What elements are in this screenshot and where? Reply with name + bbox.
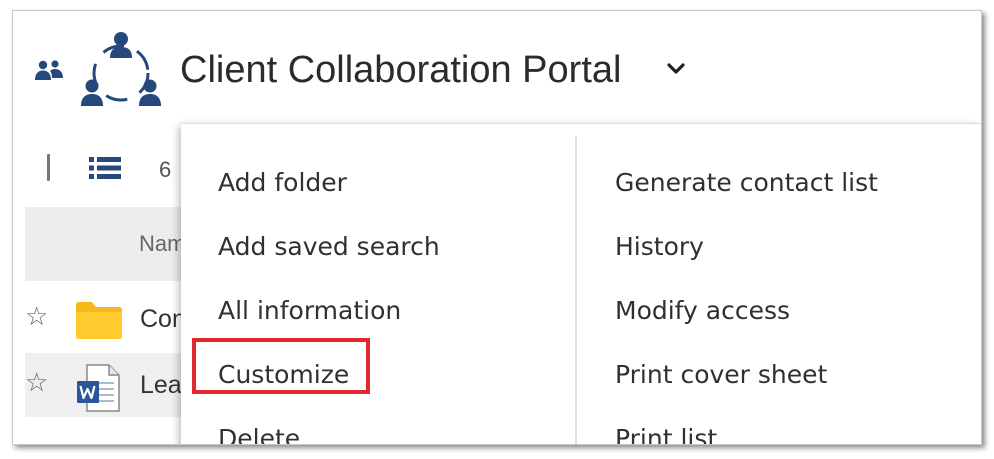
menu-item-all-information[interactable]: All information	[218, 296, 401, 325]
row-name[interactable]: Con	[140, 305, 186, 334]
menu-item-add-saved-search[interactable]: Add saved search	[218, 232, 440, 261]
toolbar-divider	[47, 154, 50, 181]
app-window: Client Collaboration Portal 6 Nam ☆ Con …	[12, 10, 982, 445]
team-logo-icon	[81, 32, 161, 106]
star-icon[interactable]: ☆	[25, 301, 48, 332]
menu-item-generate-contact-list[interactable]: Generate contact list	[615, 168, 878, 197]
menu-item-print-cover-sheet[interactable]: Print cover sheet	[615, 360, 827, 389]
menu-column-divider	[575, 136, 577, 444]
star-icon[interactable]: ☆	[25, 367, 48, 398]
menu-item-print-list[interactable]: Print list	[615, 424, 717, 444]
page-title: Client Collaboration Portal	[180, 49, 622, 91]
customize-highlight-box	[192, 338, 370, 394]
people-icon[interactable]	[33, 59, 65, 83]
column-header-name[interactable]: Nam	[139, 231, 185, 257]
row-name[interactable]: Lea	[140, 371, 182, 400]
item-count: 6	[159, 157, 172, 182]
menu-item-modify-access[interactable]: Modify access	[615, 296, 790, 325]
menu-item-add-folder[interactable]: Add folder	[218, 168, 347, 197]
word-document-icon	[77, 364, 120, 412]
menu-item-history[interactable]: History	[615, 232, 704, 261]
list-view-icon[interactable]	[89, 155, 121, 181]
menu-item-delete[interactable]: Delete	[218, 424, 300, 444]
actions-dropdown-menu: Add folder Add saved search All informat…	[181, 123, 981, 444]
folder-icon	[76, 302, 122, 339]
chevron-down-icon[interactable]	[665, 59, 687, 79]
